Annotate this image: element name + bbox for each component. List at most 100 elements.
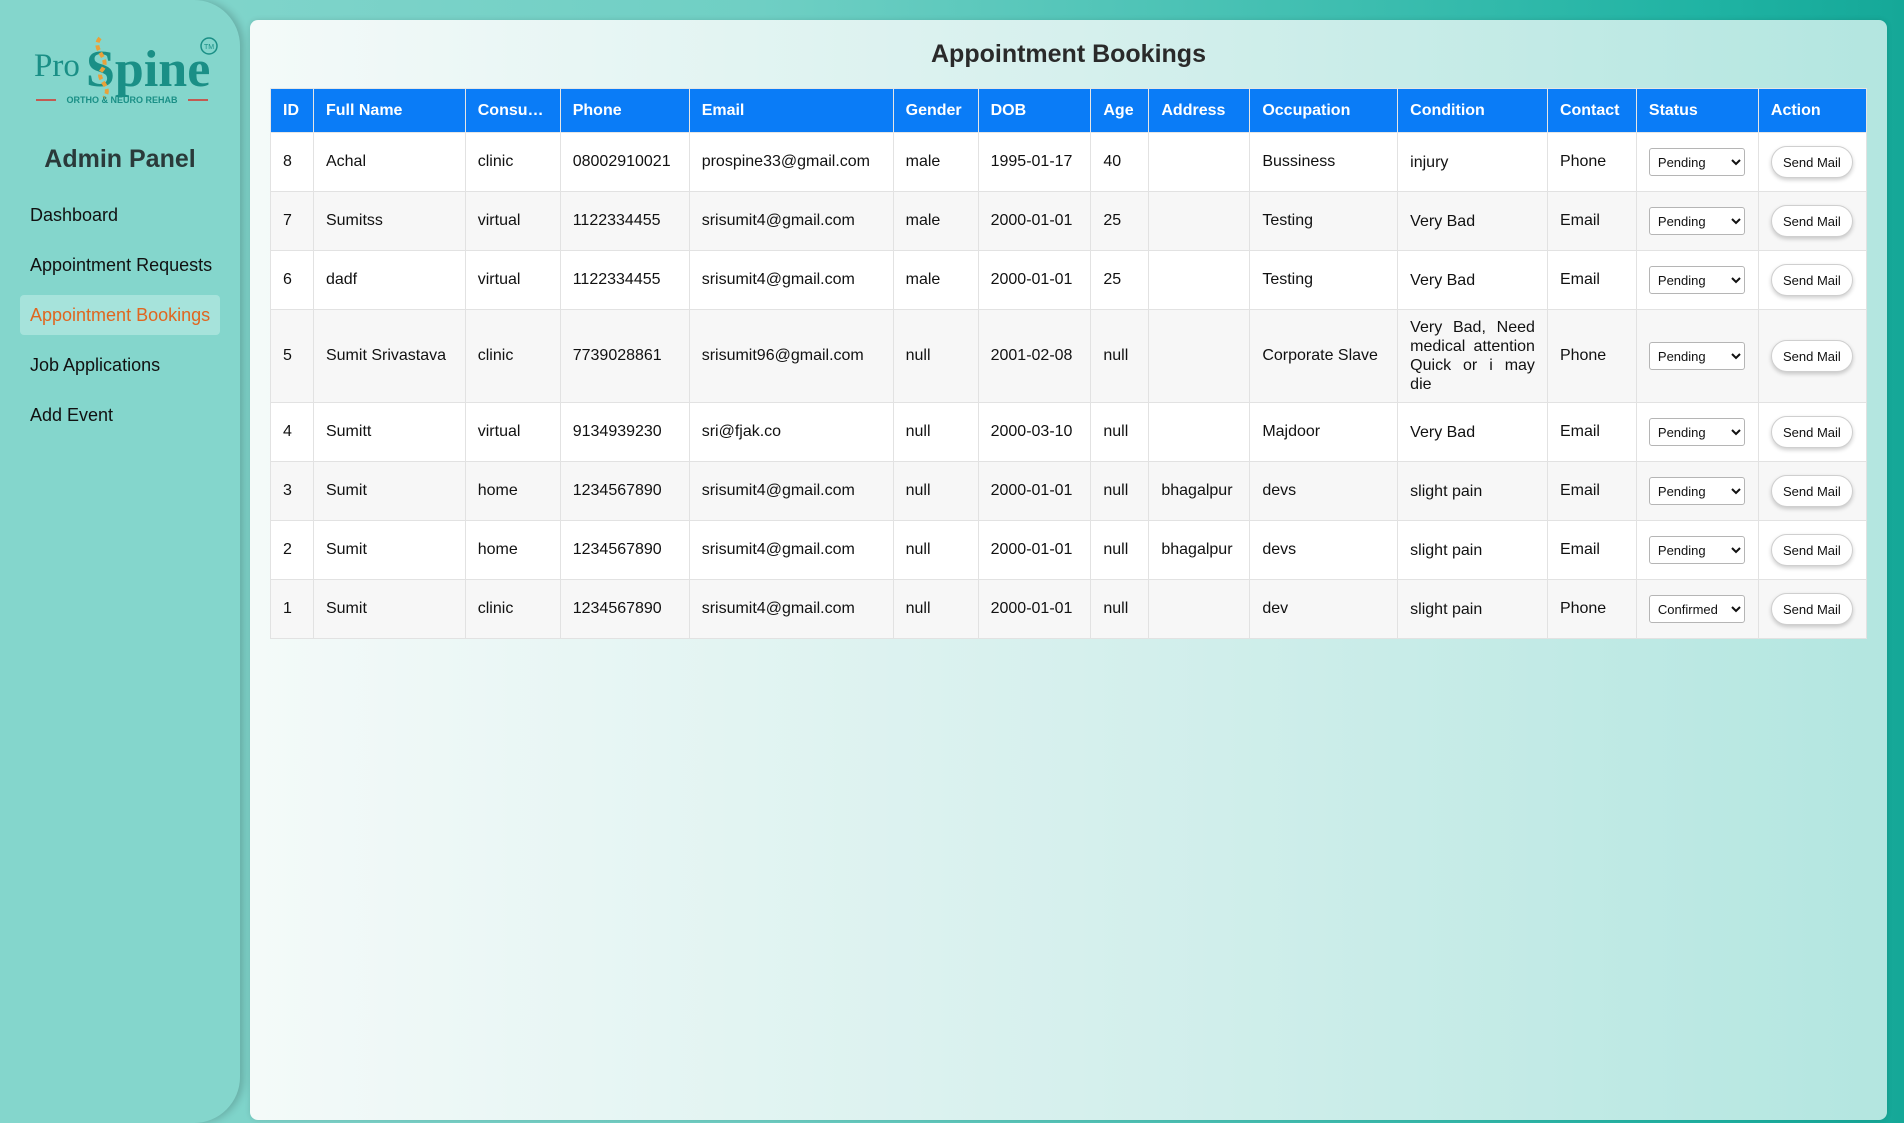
cell-occupation: Testing <box>1249 250 1399 310</box>
table-row: 6 dadf virtual 1122334455 srisumit4@gmail.co… <box>270 250 1868 310</box>
send-mail-button[interactable]: Send Mail <box>1770 593 1853 625</box>
cell-occupation: Corporate Slave <box>1249 309 1399 403</box>
cell-consult: home <box>464 461 561 521</box>
cell-action: Send Mail <box>1757 402 1868 462</box>
cell-id: 6 <box>270 250 314 310</box>
cell-status: Pending <box>1635 191 1759 251</box>
cell-contact: Email <box>1546 250 1637 310</box>
cell-status: Pending <box>1635 309 1759 403</box>
prospine-logo[interactable]: Pro Spine TM ORTHO & NEURO REHAB <box>30 28 220 112</box>
cell-condition: slight pain <box>1397 520 1548 580</box>
cell-condition: slight pain <box>1397 461 1548 521</box>
cell-email: srisumit4@gmail.com <box>688 191 894 251</box>
cell-name: Sumit <box>312 520 466 580</box>
cell-gender: null <box>892 520 979 580</box>
table-header-row: ID Full Name Consu… Phone Email Gender DOB Age A… <box>270 88 1868 133</box>
cell-phone: 1234567890 <box>559 579 690 639</box>
sidebar-item-appointment-bookings[interactable]: Appointment Bookings <box>20 295 220 335</box>
cell-phone: 7739028861 <box>559 309 690 403</box>
status-select[interactable]: Pending <box>1648 536 1745 564</box>
cell-action: Send Mail <box>1757 250 1868 310</box>
cell-phone: 08002910021 <box>559 132 690 192</box>
send-mail-button[interactable]: Send Mail <box>1770 416 1853 448</box>
cell-gender: male <box>892 132 979 192</box>
column-header-status: Status <box>1635 88 1759 133</box>
cell-email: srisumit96@gmail.com <box>688 309 894 403</box>
page-title: Appointment Bookings <box>931 40 1206 68</box>
cell-gender: null <box>892 461 979 521</box>
cell-contact: Email <box>1546 520 1637 580</box>
cell-consult: clinic <box>464 579 561 639</box>
cell-dob: 2001-02-08 <box>977 309 1092 403</box>
cell-gender: male <box>892 250 979 310</box>
cell-condition: Very Bad <box>1397 250 1548 310</box>
cell-dob: 2000-01-01 <box>977 520 1092 580</box>
cell-address <box>1148 250 1251 310</box>
cell-name: Sumitt <box>312 402 466 462</box>
cell-status: Confirmed <box>1635 579 1759 639</box>
cell-condition: slight pain <box>1397 579 1548 639</box>
cell-phone: 1122334455 <box>559 250 690 310</box>
cell-dob: 2000-03-10 <box>977 402 1092 462</box>
cell-consult: clinic <box>464 309 561 403</box>
cell-occupation: Testing <box>1249 191 1399 251</box>
cell-phone: 1234567890 <box>559 461 690 521</box>
column-header-age: Age <box>1090 88 1150 133</box>
cell-id: 4 <box>270 402 314 462</box>
sidebar-item-appointment-requests[interactable]: Appointment Requests <box>20 245 220 285</box>
cell-action: Send Mail <box>1757 191 1868 251</box>
cell-id: 5 <box>270 309 314 403</box>
cell-name: Sumit <box>312 579 466 639</box>
cell-email: prospine33@gmail.com <box>688 132 894 192</box>
cell-action: Send Mail <box>1757 132 1868 192</box>
cell-age: null <box>1090 520 1150 580</box>
send-mail-button[interactable]: Send Mail <box>1770 340 1853 372</box>
table-row: 2 Sumit home 1234567890 srisumit4@gmail.com n… <box>270 520 1868 580</box>
cell-gender: null <box>892 579 979 639</box>
sidebar-item-add-event[interactable]: Add Event <box>20 395 220 435</box>
cell-consult: home <box>464 520 561 580</box>
logo-tm-text: TM <box>204 44 214 51</box>
cell-occupation: Majdoor <box>1249 402 1399 462</box>
cell-status: Pending <box>1635 520 1759 580</box>
cell-contact: Email <box>1546 191 1637 251</box>
table-row: 8 Achal clinic 08002910021 prospine33@gmail.… <box>270 132 1868 192</box>
send-mail-button[interactable]: Send Mail <box>1770 534 1853 566</box>
cell-id: 3 <box>270 461 314 521</box>
cell-dob: 1995-01-17 <box>977 132 1092 192</box>
cell-contact: Phone <box>1546 132 1637 192</box>
cell-name: Sumitss <box>312 191 466 251</box>
send-mail-button[interactable]: Send Mail <box>1770 475 1853 507</box>
column-header-consu: Consu… <box>464 88 561 133</box>
cell-age: null <box>1090 402 1150 462</box>
table-row: 5 Sumit Srivastava clinic 7739028861 srisumi… <box>270 309 1868 403</box>
status-select[interactable]: Pending <box>1648 207 1745 235</box>
cell-email: sri@fjak.co <box>688 402 894 462</box>
status-select[interactable]: Pending <box>1648 148 1745 176</box>
cell-name: Sumit Srivastava <box>312 309 466 403</box>
cell-consult: virtual <box>464 402 561 462</box>
send-mail-button[interactable]: Send Mail <box>1770 205 1853 237</box>
status-select[interactable]: Pending <box>1648 266 1745 294</box>
cell-gender: null <box>892 309 979 403</box>
send-mail-button[interactable]: Send Mail <box>1770 146 1853 178</box>
table-row: 1 Sumit clinic 1234567890 srisumit4@gmail.co… <box>270 579 1868 639</box>
cell-name: Achal <box>312 132 466 192</box>
cell-age: null <box>1090 579 1150 639</box>
cell-address: bhagalpur <box>1148 520 1251 580</box>
cell-condition: injury <box>1397 132 1548 192</box>
sidebar-item-dashboard[interactable]: Dashboard <box>20 195 220 235</box>
cell-age: 40 <box>1090 132 1150 192</box>
table-row: 7 Sumitss virtual 1122334455 srisumit4@gmail… <box>270 191 1868 251</box>
sidebar-item-job-applications[interactable]: Job Applications <box>20 345 220 385</box>
column-header-address: Address <box>1148 88 1251 133</box>
status-select[interactable]: Pending <box>1648 418 1745 446</box>
send-mail-button[interactable]: Send Mail <box>1770 264 1853 296</box>
status-select[interactable]: Confirmed <box>1648 595 1745 623</box>
cell-action: Send Mail <box>1757 520 1868 580</box>
cell-status: Pending <box>1635 132 1759 192</box>
column-header-phone: Phone <box>559 88 690 133</box>
status-select[interactable]: Pending <box>1648 342 1745 370</box>
status-select[interactable]: Pending <box>1648 477 1745 505</box>
cell-age: 25 <box>1090 191 1150 251</box>
